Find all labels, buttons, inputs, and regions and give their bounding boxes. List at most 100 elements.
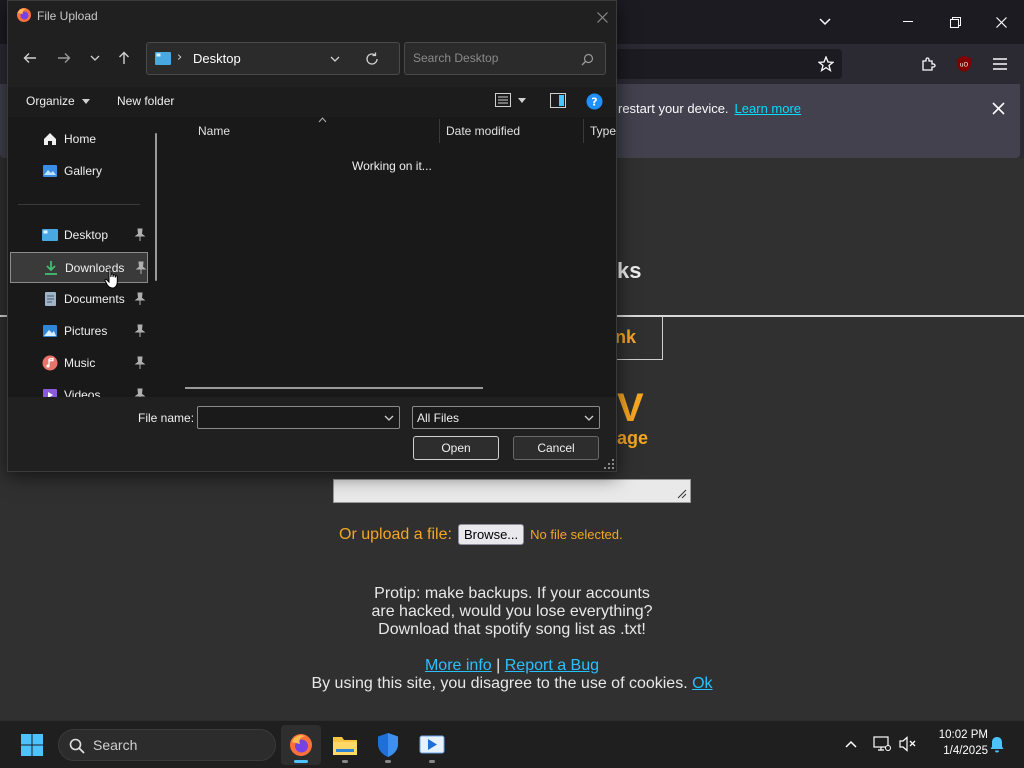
dropdown-arrow-icon [82, 99, 91, 105]
notifications-button[interactable] [986, 733, 1008, 755]
speaker-muted-icon [899, 736, 916, 752]
dialog-titlebar[interactable]: File Upload [8, 1, 616, 33]
bookmark-star-button[interactable] [813, 51, 839, 77]
pictures-icon [43, 325, 57, 337]
clock-date: 1/4/2025 [943, 745, 988, 757]
open-button[interactable]: Open [413, 436, 499, 460]
navigation-pane[interactable]: Home Gallery Desktop Downloads Documents… [8, 117, 166, 397]
network-status[interactable] [871, 733, 893, 755]
running-indicator [294, 760, 308, 763]
dialog-title: File Upload [37, 9, 98, 23]
more-info-link[interactable]: More info [425, 657, 492, 674]
dropdown-arrow-icon [518, 98, 527, 103]
protip-line: Download that spotify song list as .txt! [378, 621, 646, 638]
nav-item-label: Gallery [64, 164, 103, 178]
browse-button[interactable]: Browse... [457, 524, 525, 545]
notification-close-button[interactable] [986, 96, 1010, 120]
nav-item-videos[interactable]: Videos [10, 380, 148, 397]
learn-more-link[interactable]: Learn more [735, 101, 801, 116]
back-button[interactable] [18, 45, 42, 71]
nav-item-desktop[interactable]: Desktop [10, 220, 148, 250]
nav-item-downloads[interactable]: Downloads [10, 252, 148, 283]
nav-item-pictures[interactable]: Pictures [10, 316, 148, 346]
cancel-button[interactable]: Cancel [513, 436, 599, 460]
list-all-tabs-button[interactable] [810, 8, 840, 36]
help-icon: ? [586, 93, 603, 110]
column-header-date-modified[interactable]: Date modified [446, 124, 520, 138]
change-view-button[interactable] [495, 93, 527, 110]
report-bug-link[interactable]: Report a Bug [505, 657, 599, 674]
taskbar-firefox[interactable] [281, 725, 321, 765]
command-bar: Organize New folder ? [8, 87, 616, 117]
nav-item-label: Desktop [64, 228, 109, 242]
file-type-select[interactable]: All Files [412, 406, 600, 429]
forward-button[interactable] [52, 45, 76, 71]
column-divider[interactable] [439, 119, 440, 143]
column-header-type[interactable]: Type [590, 124, 616, 138]
restore-button[interactable] [940, 8, 970, 36]
taskbar-media-app[interactable] [412, 725, 452, 765]
column-header-name[interactable]: Name [198, 124, 230, 138]
pin-icon [134, 292, 146, 305]
help-button[interactable]: ? [586, 93, 603, 113]
taskbar-search[interactable]: Search [58, 729, 276, 761]
pin-icon [134, 324, 146, 337]
horizontal-scrollbar[interactable] [185, 387, 483, 389]
site-subtitle: age [617, 428, 649, 448]
documents-icon [45, 292, 56, 306]
running-indicator [385, 760, 391, 763]
resize-grip-icon[interactable] [604, 459, 614, 469]
minimize-icon [903, 21, 913, 22]
start-button[interactable] [12, 725, 52, 765]
link-textarea[interactable] [333, 479, 691, 503]
minimize-button[interactable] [893, 8, 923, 36]
cookie-ok-link[interactable]: Ok [692, 675, 712, 692]
recent-locations-button[interactable] [83, 45, 107, 71]
close-icon [596, 11, 608, 23]
preview-pane-button[interactable] [550, 93, 566, 111]
folder-icon [333, 737, 357, 755]
nav-item-gallery[interactable]: Gallery [10, 156, 148, 186]
taskbar-search-label: Search [93, 737, 138, 753]
new-folder-button[interactable]: New folder [117, 94, 174, 108]
navigation-scrollbar[interactable] [155, 133, 157, 281]
pin-icon [135, 261, 147, 274]
taskbar-clock[interactable]: 10:02 PM 1/4/2025 [924, 727, 988, 759]
pin-icon [134, 228, 146, 241]
music-icon [42, 355, 58, 371]
arrow-left-icon [23, 53, 36, 63]
nav-item-home[interactable]: Home [10, 124, 148, 154]
up-button[interactable] [112, 45, 136, 71]
organize-menu[interactable]: Organize [26, 94, 91, 108]
site-logo: V [617, 386, 644, 430]
volume-status[interactable] [897, 733, 919, 755]
ublock-extension-button[interactable]: uO [951, 51, 977, 77]
clock-time: 10:02 PM [938, 729, 988, 741]
gallery-icon [43, 165, 57, 177]
chevron-up-icon [845, 740, 857, 748]
restore-icon [949, 16, 961, 28]
nav-item-documents[interactable]: Documents [10, 284, 148, 314]
nav-item-music[interactable]: Music [10, 348, 148, 378]
resize-grip-icon[interactable] [675, 487, 687, 499]
dialog-close-button[interactable] [592, 7, 612, 27]
url-bar[interactable] [616, 49, 842, 79]
running-indicator [429, 760, 435, 763]
file-name-input[interactable] [197, 406, 400, 429]
app-menu-button[interactable] [987, 51, 1013, 77]
column-divider[interactable] [583, 119, 584, 143]
running-indicator [342, 760, 348, 763]
extensions-button[interactable] [915, 51, 941, 77]
loading-status: Working on it... [352, 159, 432, 173]
close-window-button[interactable] [986, 8, 1016, 36]
search-box[interactable]: Search Desktop [404, 42, 606, 75]
chevron-down-icon [330, 56, 340, 62]
file-list-pane[interactable]: Name Date modified Type Working on it... [166, 117, 616, 397]
puzzle-icon [922, 57, 936, 71]
taskbar-windows-security[interactable] [368, 725, 408, 765]
file-type-value: All Files [417, 411, 460, 425]
show-hidden-icons-button[interactable] [840, 733, 862, 755]
address-separator: › [177, 50, 183, 65]
taskbar-file-explorer[interactable] [325, 725, 365, 765]
address-bar[interactable]: › Desktop [146, 42, 400, 75]
